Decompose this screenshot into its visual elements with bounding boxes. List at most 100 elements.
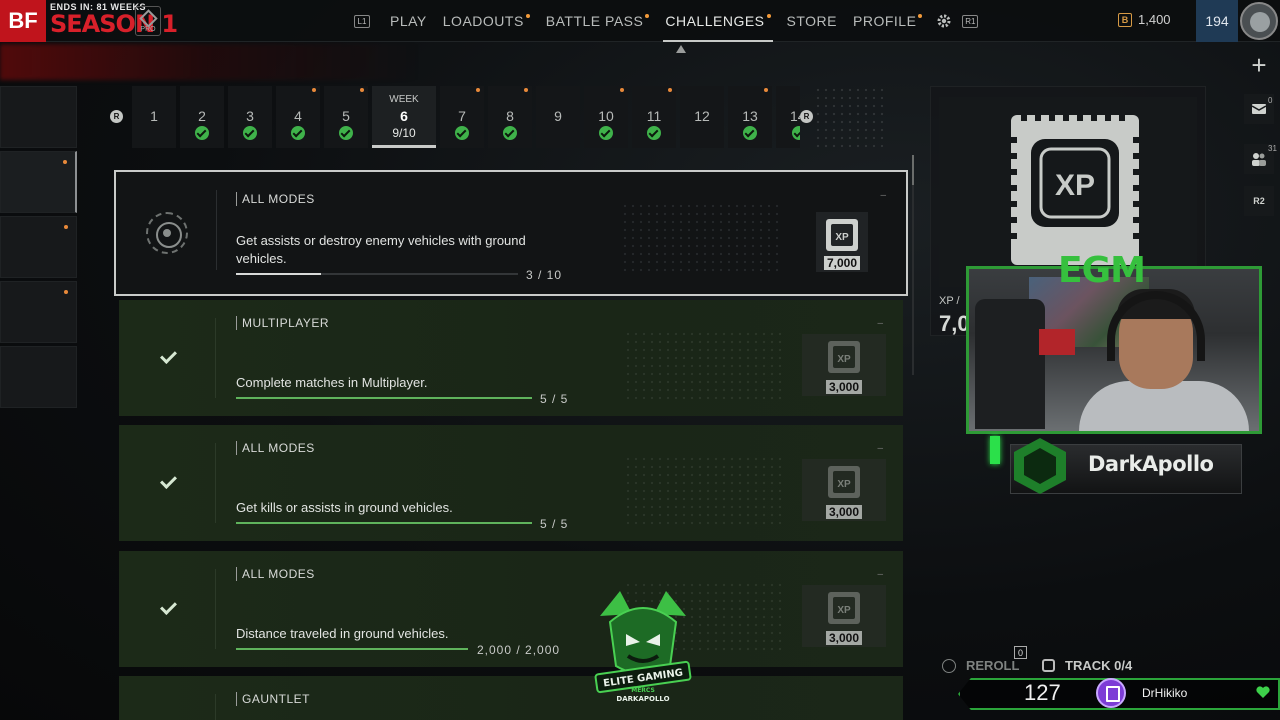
- elite-gaming-mercs-logo: ELITE GAMING MERCS DARKAPOLLO: [594, 591, 692, 703]
- challenge-mode-tag: MULTIPLAYER: [236, 316, 329, 330]
- svg-text:XP: XP: [835, 232, 849, 243]
- xp-chip-icon: XP: [828, 592, 860, 624]
- category-card[interactable]: [0, 346, 77, 408]
- challenge-progress: 5 / 5: [540, 392, 569, 406]
- notification-dot: [525, 14, 530, 18]
- week-tab-14[interactable]: 14: [776, 86, 800, 148]
- challenge-mode-tag: ALL MODES: [236, 441, 315, 455]
- xp-reward: XP 3,000: [802, 334, 886, 396]
- streamer-nameplate: DarkApollo: [990, 436, 1244, 498]
- check-icon: [455, 126, 469, 140]
- streamer-name: DarkApollo: [1088, 452, 1214, 476]
- challenge-description: Get kills or assists in ground vehicles.: [236, 500, 453, 515]
- challenge-scrollbar[interactable]: [912, 155, 914, 375]
- week-label: WEEK: [389, 94, 419, 105]
- notification-dot: [645, 14, 650, 18]
- notification-dot: [764, 88, 768, 92]
- challenge-row[interactable]: MULTIPLAYER Complete matches in Multipla…: [119, 300, 903, 416]
- progress-fill: [236, 522, 532, 524]
- week-tab-13[interactable]: 13: [728, 86, 772, 148]
- stream-stats-bar: 127 DrHikiko: [958, 676, 1280, 712]
- category-card[interactable]: [0, 216, 77, 278]
- xp-chip-icon: XP: [828, 341, 860, 373]
- friends-count: 31: [1268, 144, 1277, 153]
- notification-dot: [64, 225, 68, 229]
- week-tab-3[interactable]: 3: [228, 86, 272, 148]
- season-banner-glow: [0, 44, 420, 80]
- week-tab-7[interactable]: 7: [440, 86, 484, 148]
- check-icon: [792, 126, 800, 140]
- category-card[interactable]: [0, 281, 77, 343]
- add-icon[interactable]: +: [1244, 50, 1274, 80]
- caret-up-icon: [676, 45, 686, 53]
- nav-challenges[interactable]: CHALLENGES: [657, 0, 778, 42]
- message-count: 0: [1268, 96, 1273, 105]
- svg-text:XP: XP: [1055, 169, 1095, 202]
- progress-bar: [236, 522, 532, 524]
- notification-dot: [766, 14, 771, 18]
- check-icon: [159, 473, 177, 491]
- category-card-selected[interactable]: [0, 151, 77, 213]
- scrollbar-thumb[interactable]: [912, 155, 914, 185]
- triangle-button-icon: [942, 658, 956, 673]
- svg-text:DARKAPOLLO: DARKAPOLLO: [616, 695, 669, 703]
- week-tab-5[interactable]: 5: [324, 86, 368, 148]
- pro-rank-badge[interactable]: PRO: [135, 6, 161, 36]
- nav-battle-pass[interactable]: BATTLE PASS: [538, 0, 658, 42]
- week-tab-1[interactable]: 1: [132, 86, 176, 148]
- twitch-icon: [1096, 678, 1126, 708]
- check-icon: [647, 126, 661, 140]
- check-icon: [339, 126, 353, 140]
- challenge-mode-tag: GAUNTLET: [236, 692, 310, 706]
- progress-bar: [236, 397, 532, 399]
- challenge-progress: 3 / 10: [526, 268, 563, 282]
- svg-text:MERCS: MERCS: [631, 687, 655, 694]
- challenge-row[interactable]: ALL MODES Distance traveled in ground ve…: [119, 551, 903, 667]
- settings-gear-icon[interactable]: [936, 13, 952, 29]
- week-tab-9[interactable]: 9: [536, 86, 580, 148]
- challenge-mode-tag: ALL MODES: [236, 192, 315, 206]
- week-tab-8[interactable]: 8: [488, 86, 532, 148]
- notification-dot: [918, 14, 923, 18]
- week-tab-10[interactable]: 10: [584, 86, 628, 148]
- week-tab-6-current[interactable]: WEEK 6 9/10: [372, 86, 436, 148]
- check-icon: [243, 126, 257, 140]
- challenge-row[interactable]: ALL MODES Get kills or assists in ground…: [119, 425, 903, 541]
- svg-text:XP: XP: [837, 479, 851, 490]
- notification-dot: [312, 88, 316, 92]
- week-tab-11[interactable]: 11: [632, 86, 676, 148]
- nav-profile[interactable]: PROFILE: [845, 0, 930, 42]
- week-tabs: R 1 2 3 4 5 WEEK 6 9/10 7 8 9 10 11 12 1…: [110, 86, 930, 152]
- stream-brand-logo: EGM: [1058, 250, 1146, 291]
- player-avatar[interactable]: [1240, 2, 1278, 40]
- reroll-button[interactable]: REROLL: [942, 658, 1019, 673]
- week-tab-2[interactable]: 2: [180, 86, 224, 148]
- nav-play[interactable]: PLAY: [382, 0, 435, 42]
- left-bumper-hint-icon: R: [110, 110, 123, 123]
- notification-dot: [63, 160, 67, 164]
- track-button[interactable]: TRACK 0/4: [1042, 658, 1132, 673]
- check-icon: [159, 348, 177, 366]
- challenge-mode-tag: ALL MODES: [236, 567, 315, 581]
- rank-icon: [139, 9, 158, 28]
- xp-chip-large-icon: XP: [1007, 107, 1143, 265]
- nav-loadouts[interactable]: LOADOUTS: [435, 0, 538, 42]
- week-tab-12[interactable]: 12: [680, 86, 724, 148]
- nav-store[interactable]: STORE: [779, 0, 845, 42]
- square-button-icon: [1042, 659, 1055, 672]
- check-icon: [599, 126, 613, 140]
- check-icon: [195, 126, 209, 140]
- main-nav: L1 PLAY LOADOUTS BATTLE PASS CHALLENGES …: [354, 0, 990, 42]
- target-icon: [146, 212, 188, 254]
- game-logo: BF: [0, 0, 46, 42]
- nameplate-accent: [990, 436, 1000, 464]
- category-card[interactable]: [0, 86, 77, 148]
- challenge-row-active[interactable]: ALL MODES Get assists or destroy enemy v…: [114, 170, 908, 296]
- challenge-row[interactable]: GAUNTLET: [119, 676, 903, 720]
- challenge-progress: 5 / 5: [540, 517, 569, 531]
- row-divider: [215, 443, 216, 523]
- check-icon: [503, 126, 517, 140]
- player-level[interactable]: 194: [1196, 0, 1238, 42]
- challenge-description: Complete matches in Multiplayer.: [236, 375, 428, 390]
- week-tab-4[interactable]: 4: [276, 86, 320, 148]
